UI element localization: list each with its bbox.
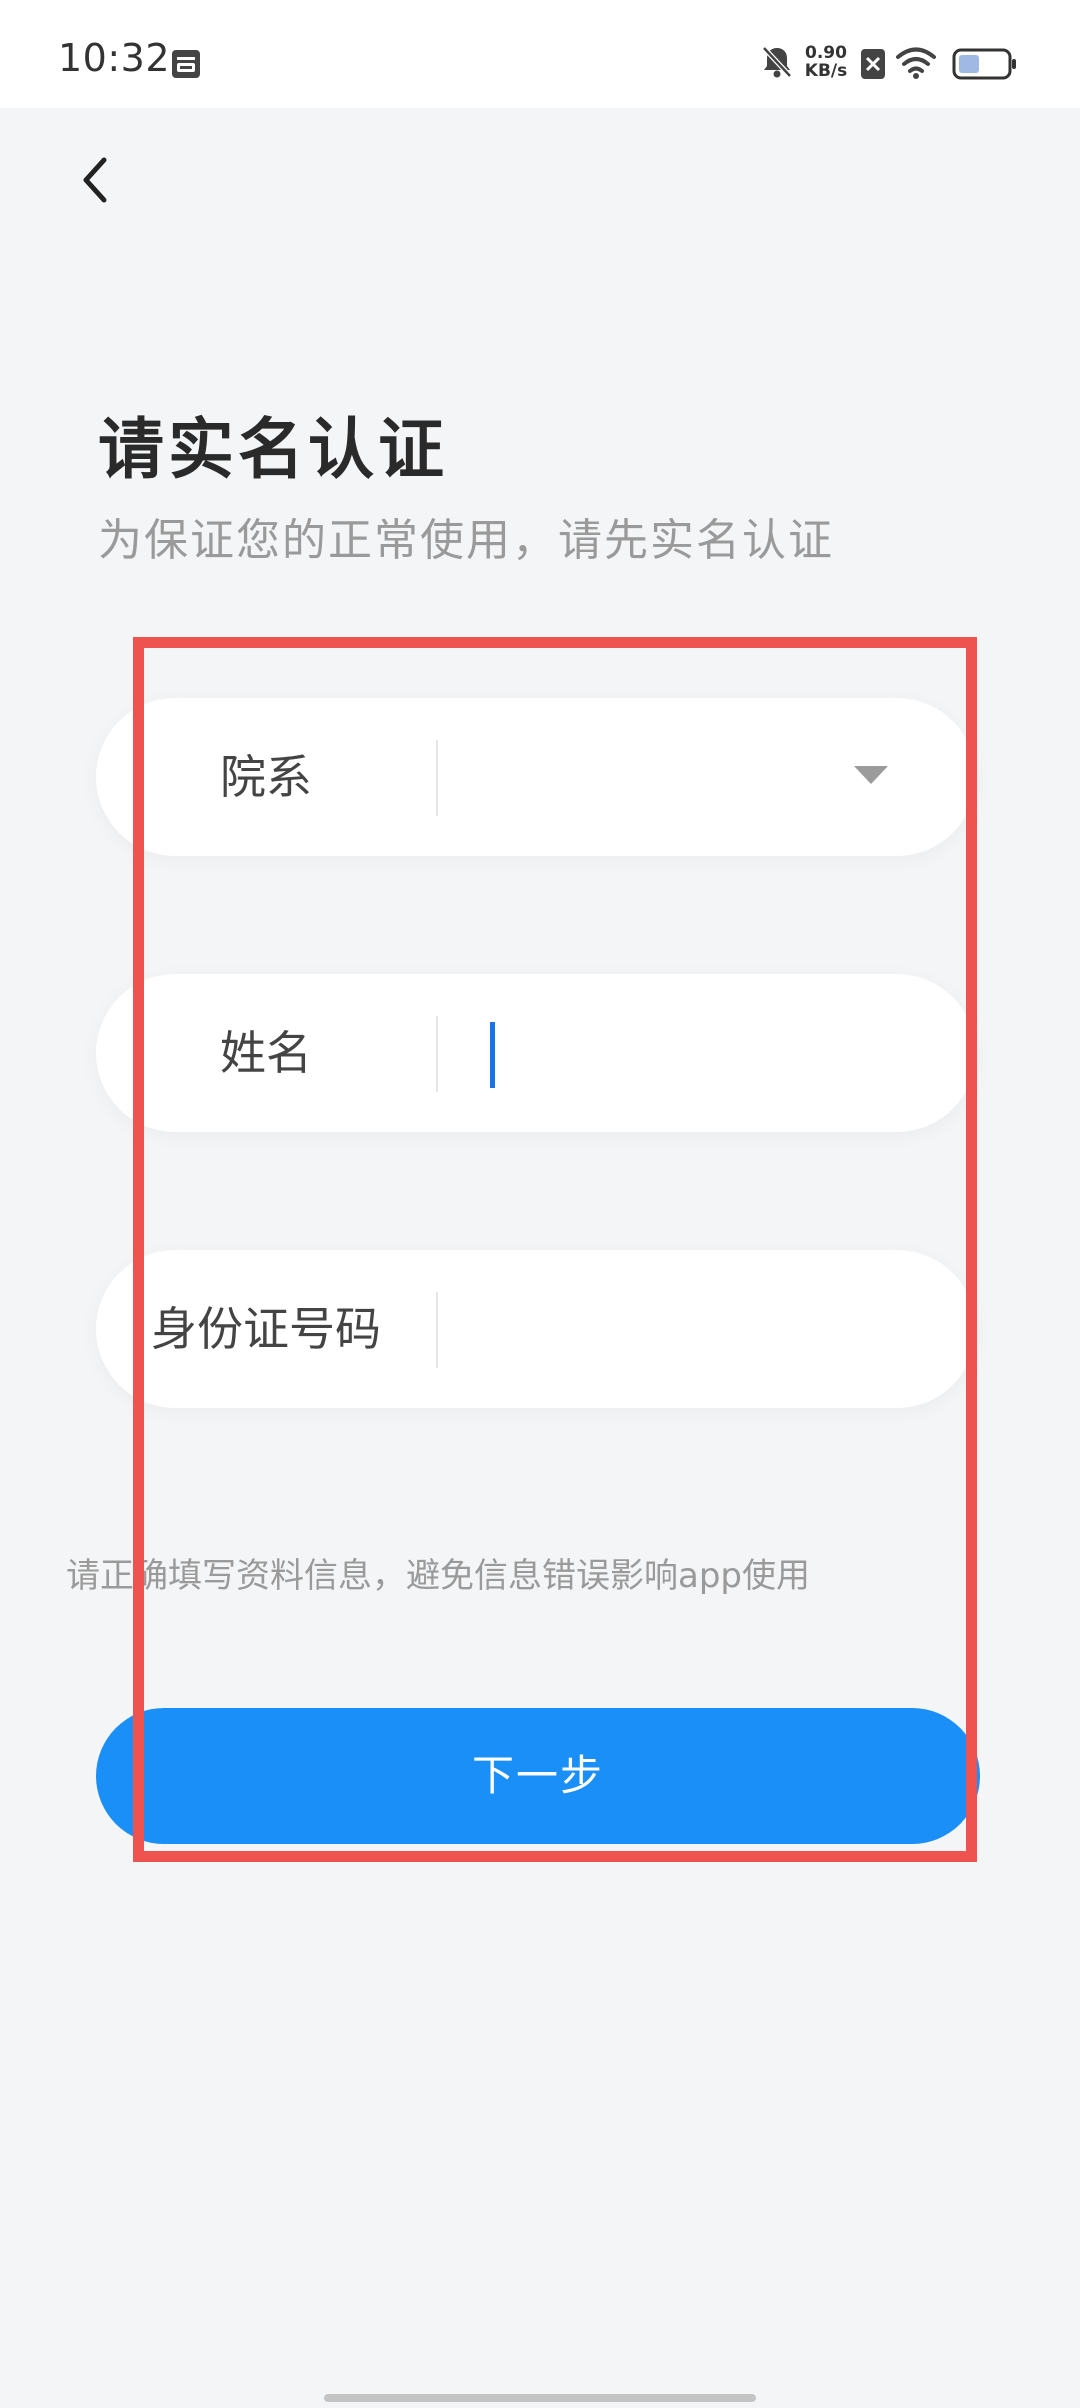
status-time: 10:32 xyxy=(58,36,171,80)
highlight-box xyxy=(133,637,977,1862)
status-bar: 10:32 0.90 KB/s xyxy=(0,0,1080,108)
wifi-icon xyxy=(896,47,936,79)
calendar-icon xyxy=(172,50,200,78)
home-indicator[interactable] xyxy=(324,2394,756,2402)
bell-off-icon xyxy=(762,46,792,78)
page-subtitle: 为保证您的正常使用，请先实名认证 xyxy=(98,515,834,566)
page-title: 请实名认证 xyxy=(98,411,448,488)
net-speed: 0.90 KB/s xyxy=(800,44,852,80)
net-speed-unit: KB/s xyxy=(804,61,848,81)
chevron-left-icon xyxy=(83,157,107,203)
sim-off-icon xyxy=(861,49,885,79)
back-button[interactable] xyxy=(70,150,130,210)
net-speed-value: 0.90 xyxy=(805,43,847,63)
battery-icon xyxy=(952,48,1016,80)
